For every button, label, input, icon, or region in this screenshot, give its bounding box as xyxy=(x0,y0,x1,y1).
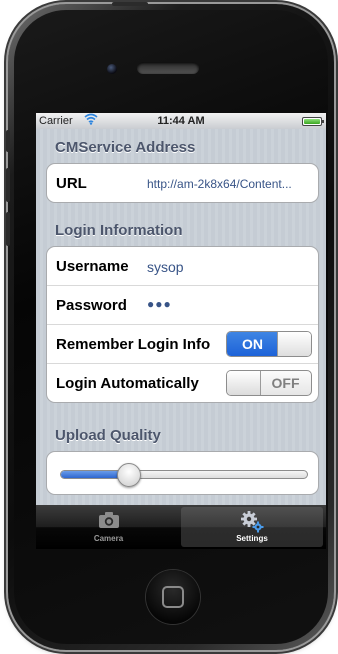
battery-icon xyxy=(302,117,324,126)
login-automatically-label: Login Automatically xyxy=(56,375,199,392)
slider-thumb[interactable] xyxy=(117,463,141,487)
password-field[interactable]: ●●● xyxy=(147,297,172,311)
front-camera xyxy=(107,64,117,74)
group-login: Username sysop Password ●●● Remember Log… xyxy=(46,246,319,403)
toggle-on-text: ON xyxy=(227,332,278,356)
toggle-knob xyxy=(227,371,261,395)
group-cmservice: URL http://am-2k8x64/Content... xyxy=(46,163,319,203)
tab-camera-label: Camera xyxy=(93,534,124,543)
row-username[interactable]: Username sysop xyxy=(47,247,318,286)
status-bar: Carrier 11:44 AM xyxy=(36,113,326,129)
tab-bar: Camera Settings xyxy=(36,505,326,549)
home-square-icon xyxy=(162,586,184,608)
section-header-cmservice: CMService Address xyxy=(55,139,196,156)
tab-settings-label: Settings xyxy=(236,534,268,543)
group-upload-quality xyxy=(46,451,319,495)
row-url[interactable]: URL http://am-2k8x64/Content... xyxy=(47,164,318,202)
screen: Carrier 11:44 AM CMService Address URL h… xyxy=(36,113,326,549)
username-field[interactable]: sysop xyxy=(147,259,184,275)
battery-fill xyxy=(304,119,320,124)
password-label: Password xyxy=(56,297,127,314)
toggle-knob xyxy=(277,332,311,356)
toggle-off-text: OFF xyxy=(271,375,300,391)
url-field[interactable]: http://am-2k8x64/Content... xyxy=(147,177,307,191)
section-header-login: Login Information xyxy=(55,222,183,239)
volume-up-button xyxy=(6,168,10,202)
earpiece-speaker xyxy=(137,62,199,74)
settings-table[interactable]: CMService Address URL http://am-2k8x64/C… xyxy=(36,129,326,505)
row-remember-login: Remember Login Info ON xyxy=(47,325,318,364)
tab-settings[interactable]: Settings xyxy=(181,507,323,547)
status-time: 11:44 AM xyxy=(157,115,205,127)
tab-camera[interactable]: Camera xyxy=(36,505,181,549)
volume-down-button xyxy=(6,212,10,246)
url-label: URL xyxy=(56,175,87,192)
section-header-upload: Upload Quality xyxy=(55,427,161,444)
mute-switch xyxy=(6,130,10,152)
battery-nub xyxy=(322,120,324,123)
row-password[interactable]: Password ●●● xyxy=(47,286,318,325)
upload-quality-slider[interactable] xyxy=(60,463,308,487)
row-login-automatically: Login Automatically OFF xyxy=(47,364,318,402)
remember-login-toggle[interactable]: ON xyxy=(226,331,312,357)
username-label: Username xyxy=(56,258,129,275)
remember-login-label: Remember Login Info xyxy=(56,336,211,353)
gears-icon xyxy=(181,510,323,533)
home-button[interactable] xyxy=(146,570,200,624)
sleep-button xyxy=(112,2,148,6)
camera-icon xyxy=(36,511,181,531)
login-automatically-toggle[interactable]: OFF xyxy=(226,370,312,396)
